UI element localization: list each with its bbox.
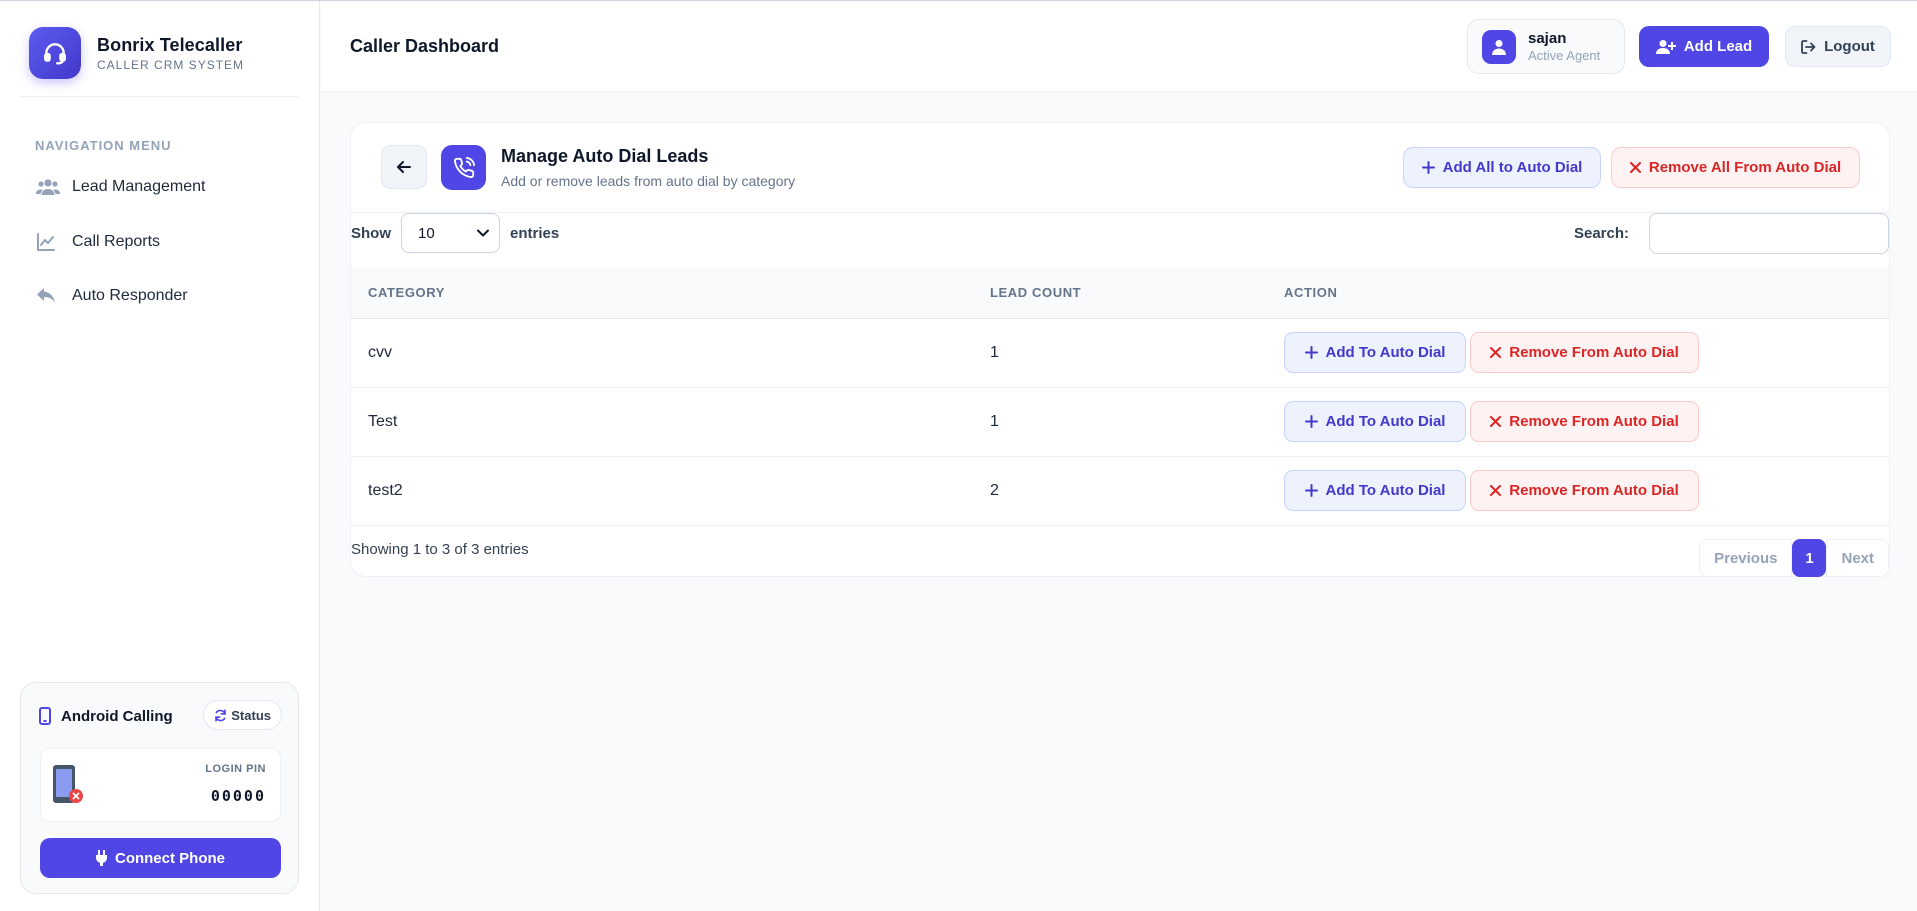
add-to-auto-dial-button[interactable]: Add To Auto Dial [1284,470,1466,511]
column-header-action: ACTION [1267,268,1889,319]
connect-phone-button[interactable]: Connect Phone [40,838,281,878]
close-icon [1490,416,1502,427]
action-cell: Add To Auto Dial Remove From Auto Dial [1267,387,1889,457]
add-to-auto-dial-button[interactable]: Add To Auto Dial [1284,332,1466,373]
column-header-category[interactable]: CATEGORY [351,268,973,319]
user-role: Active Agent [1528,48,1601,63]
table-info: Showing 1 to 3 of 3 entries [351,541,529,558]
back-button[interactable] [381,145,427,189]
users-icon [36,177,62,197]
mobile-icon [39,707,51,725]
sidebar-item-lead-management[interactable]: Lead Management [36,177,205,197]
nav-title: NAVIGATION MENU [35,138,172,153]
close-icon [1490,347,1502,358]
categories-table: CATEGORY LEAD COUNT ACTION cvv 1 Add To … [351,268,1889,526]
pagination: Previous 1 Next [1699,539,1889,577]
category-cell: Test [351,387,973,457]
sidebar-item-label: Auto Responder [72,287,188,304]
entries-select[interactable]: 10 [401,213,500,253]
top-bar: Caller Dashboard sajan Active Agent Add … [321,1,1917,92]
add-lead-button[interactable]: Add Lead [1639,26,1769,67]
plus-icon [1421,161,1435,174]
brand-name: Bonrix Telecaller [97,34,243,55]
table-search: Search: [1574,213,1889,254]
brand-subtitle: CALLER CRM SYSTEM [97,57,245,72]
action-cell: Add To Auto Dial Remove From Auto Dial [1267,456,1889,526]
card-title: Manage Auto Dial Leads [501,146,709,166]
plus-icon [1304,346,1318,359]
table-row: Test 1 Add To Auto Dial Remove From Auto… [351,387,1889,457]
add-to-auto-dial-button[interactable]: Add To Auto Dial [1284,401,1466,442]
add-all-to-auto-dial-button[interactable]: Add All to Auto Dial [1403,147,1601,188]
action-cell: Add To Auto Dial Remove From Auto Dial [1267,318,1889,388]
phone-disconnected-icon [53,763,87,807]
login-pin-label: LOGIN PIN [205,763,266,775]
card-subtitle: Add or remove leads from auto dial by ca… [501,173,796,189]
login-pin-box: LOGIN PIN 00000 [40,748,281,822]
refresh-icon [214,708,227,722]
sidebar-item-auto-responder[interactable]: Auto Responder [36,287,188,305]
remove-all-from-auto-dial-button[interactable]: Remove All From Auto Dial [1611,147,1860,188]
remove-from-auto-dial-button[interactable]: Remove From Auto Dial [1470,470,1699,511]
headset-icon [29,27,81,79]
sidebar: Bonrix Telecaller CALLER CRM SYSTEM NAVI… [0,1,320,911]
remove-from-auto-dial-button[interactable]: Remove From Auto Dial [1470,332,1699,373]
search-label: Search: [1573,225,1629,242]
lead-count-cell: 2 [973,456,1267,526]
arrow-left-icon [397,161,411,173]
auto-dial-card: Manage Auto Dial Leads Add or remove lea… [350,122,1890,577]
reply-icon [36,287,62,305]
line-chart-icon [36,232,62,252]
user-avatar-icon [1482,29,1516,64]
entries-label: entries [510,224,560,242]
close-icon [1629,162,1641,173]
column-header-lead-count[interactable]: LEAD COUNT [973,268,1267,319]
plus-icon [1304,484,1318,497]
search-input[interactable] [1649,213,1889,254]
user-profile-chip[interactable]: sajan Active Agent [1467,19,1625,74]
sidebar-item-label: Lead Management [72,178,206,195]
table-header-row: CATEGORY LEAD COUNT ACTION [351,268,1889,319]
category-cell: cvv [351,318,973,388]
android-calling-title: Android Calling [39,707,173,725]
close-icon [1490,485,1502,496]
previous-page-button[interactable]: Previous [1699,539,1793,577]
remove-from-auto-dial-button[interactable]: Remove From Auto Dial [1470,401,1699,442]
android-calling-card: Android Calling Status LOGIN PIN 00000 C… [20,682,299,894]
user-plus-icon [1655,39,1676,55]
login-pin-value: 00000 [210,787,266,805]
logout-button[interactable]: Logout [1785,26,1891,67]
status-button[interactable]: Status [203,700,282,730]
next-page-button[interactable]: Next [1826,539,1889,577]
category-cell: test2 [351,456,973,526]
plug-icon [95,850,107,866]
user-name: sajan [1528,30,1567,47]
show-entries-control: Show 10 entries [351,213,559,253]
lead-count-cell: 1 [973,318,1267,388]
brand[interactable]: Bonrix Telecaller CALLER CRM SYSTEM [29,27,244,79]
page-title: Caller Dashboard [350,36,500,56]
page-1-button[interactable]: 1 [1792,539,1827,577]
show-label: Show [351,224,391,242]
lead-count-cell: 1 [973,387,1267,457]
phone-volume-icon [441,145,486,190]
sidebar-item-label: Call Reports [72,233,161,250]
chevron-down-icon [477,229,489,237]
table-row: cvv 1 Add To Auto Dial Remove From Auto … [351,318,1889,388]
plus-icon [1304,415,1318,428]
table-row: test2 2 Add To Auto Dial Remove From Aut… [351,456,1889,526]
logout-icon [1801,39,1816,54]
sidebar-divider [20,96,299,97]
sidebar-item-call-reports[interactable]: Call Reports [36,232,160,252]
